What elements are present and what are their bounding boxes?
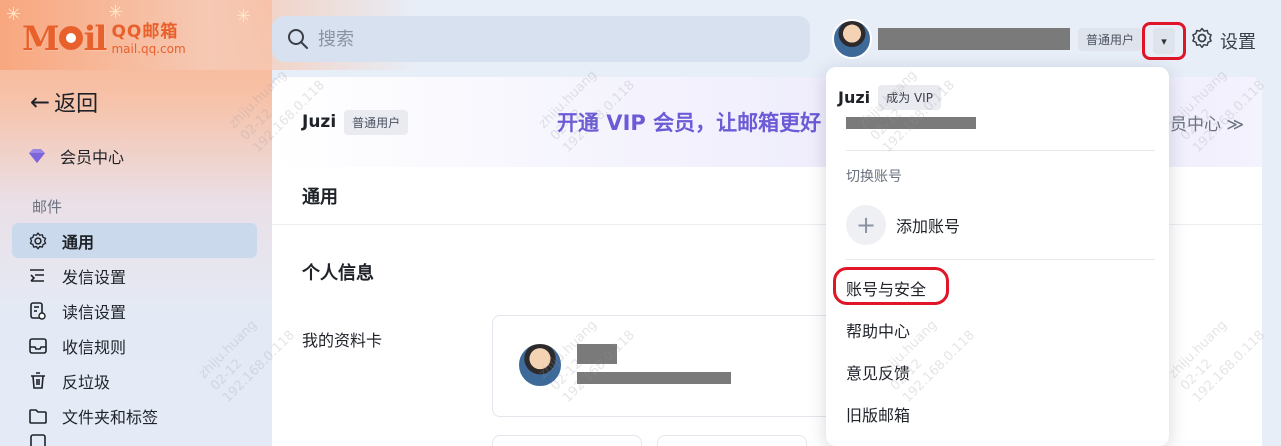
vip-promo-text[interactable]: 开通 VIP 会员，让邮箱更好 bbox=[557, 107, 821, 137]
settings-button[interactable]: 设置 bbox=[1190, 26, 1256, 55]
dropdown-account-header: Juzi 成为 VIP bbox=[838, 85, 941, 110]
plus-icon: + bbox=[846, 205, 886, 245]
card-option[interactable] bbox=[492, 435, 642, 446]
avatar bbox=[517, 342, 563, 388]
menu-item-legacy-mailbox[interactable]: 旧版邮箱 bbox=[846, 402, 910, 426]
diamond-icon bbox=[28, 148, 46, 164]
sidebar-item-folders-tags[interactable]: 文件夹和标签 bbox=[12, 398, 257, 433]
dropdown-username: Juzi bbox=[838, 88, 871, 107]
user-tier-badge: 普通用户 bbox=[1078, 27, 1143, 51]
sidebar-item-label: 发信设置 bbox=[62, 267, 127, 287]
menu-item-help-center[interactable]: 帮助中心 bbox=[846, 318, 910, 342]
user-tier-badge: 普通用户 bbox=[344, 109, 409, 135]
account-dropdown-button[interactable]: ▾ bbox=[1142, 22, 1186, 60]
sidebar-item-label: 收信规则 bbox=[62, 337, 127, 357]
sidebar-item-read-settings[interactable]: 读信设置 bbox=[12, 293, 257, 328]
vip-center-link[interactable]: 员中心 ≫ bbox=[1170, 110, 1244, 135]
account-dropdown-menu: Juzi 成为 VIP 切换账号 + 添加账号 账号与安全 帮助中心 意见反馈 … bbox=[826, 67, 1169, 446]
become-vip-badge[interactable]: 成为 VIP bbox=[878, 85, 941, 110]
redacted-email bbox=[846, 117, 976, 129]
sidebar-item-partial[interactable] bbox=[12, 433, 257, 446]
qq-mail-logo[interactable]: Mil QQ邮箱 mail.qq.com bbox=[22, 16, 186, 62]
search-input[interactable] bbox=[318, 28, 788, 50]
read-settings-icon bbox=[28, 301, 48, 321]
arrow-left-icon: ← bbox=[30, 88, 51, 116]
chevron-down-icon: ▾ bbox=[1153, 28, 1175, 54]
firework-decoration: ✳ bbox=[236, 6, 252, 27]
search-bar[interactable] bbox=[272, 16, 810, 62]
menu-item-feedback[interactable]: 意见反馈 bbox=[846, 360, 910, 384]
sidebar-item-label: 通用 bbox=[62, 232, 95, 252]
send-settings-icon bbox=[28, 266, 48, 286]
sidebar-item-vip-center[interactable]: 会员中心 bbox=[28, 144, 124, 168]
gear-icon bbox=[1190, 26, 1214, 55]
sidebar-section-label: 邮件 bbox=[32, 198, 63, 216]
divider bbox=[846, 150, 1155, 151]
divider bbox=[846, 259, 1155, 260]
firework-decoration: ✳ bbox=[6, 4, 22, 25]
sidebar-item-label: 反垃圾 bbox=[62, 372, 111, 392]
contacts-icon bbox=[28, 433, 48, 446]
add-account-label: 添加账号 bbox=[896, 217, 961, 236]
gear-icon bbox=[28, 231, 48, 251]
sidebar-nav: 通用 发信设置 读信设置 收信规则 反垃圾 文件夹和标签 bbox=[12, 223, 257, 446]
trash-icon bbox=[28, 371, 48, 391]
back-label: 返回 bbox=[54, 92, 99, 117]
switch-account-label: 切换账号 bbox=[846, 169, 902, 185]
search-icon bbox=[286, 27, 310, 51]
redacted-email bbox=[878, 28, 1070, 50]
personal-info-title: 个人信息 bbox=[302, 263, 374, 284]
sidebar-item-send-settings[interactable]: 发信设置 bbox=[12, 258, 257, 293]
vip-center-label: 会员中心 bbox=[60, 148, 125, 167]
logo-domain: mail.qq.com bbox=[111, 41, 186, 56]
highlight-annotation bbox=[833, 267, 949, 305]
redacted-email bbox=[577, 372, 731, 384]
avatar[interactable] bbox=[832, 19, 872, 59]
sidebar-item-label: 读信设置 bbox=[62, 302, 127, 322]
add-account-button[interactable]: + 添加账号 bbox=[846, 205, 960, 245]
username: Juzi bbox=[302, 112, 337, 132]
sidebar-item-anti-spam[interactable]: 反垃圾 bbox=[12, 363, 257, 398]
logo-title: QQ邮箱 bbox=[111, 21, 179, 42]
folder-icon bbox=[28, 406, 48, 426]
settings-label: 设置 bbox=[1220, 31, 1256, 53]
redacted-name bbox=[577, 344, 617, 364]
sidebar-item-inbox-rules[interactable]: 收信规则 bbox=[12, 328, 257, 363]
mail-logo-mark: Mil bbox=[22, 19, 107, 59]
sidebar-item-general[interactable]: 通用 bbox=[12, 223, 257, 258]
account-bar[interactable]: 普通用户 bbox=[832, 16, 1143, 62]
card-option[interactable] bbox=[657, 435, 807, 446]
sidebar-item-label: 文件夹和标签 bbox=[62, 407, 159, 427]
profile-card-label: 我的资料卡 bbox=[302, 331, 383, 350]
inbox-rules-icon bbox=[28, 336, 48, 356]
back-button[interactable]: ← 返回 bbox=[30, 86, 98, 118]
